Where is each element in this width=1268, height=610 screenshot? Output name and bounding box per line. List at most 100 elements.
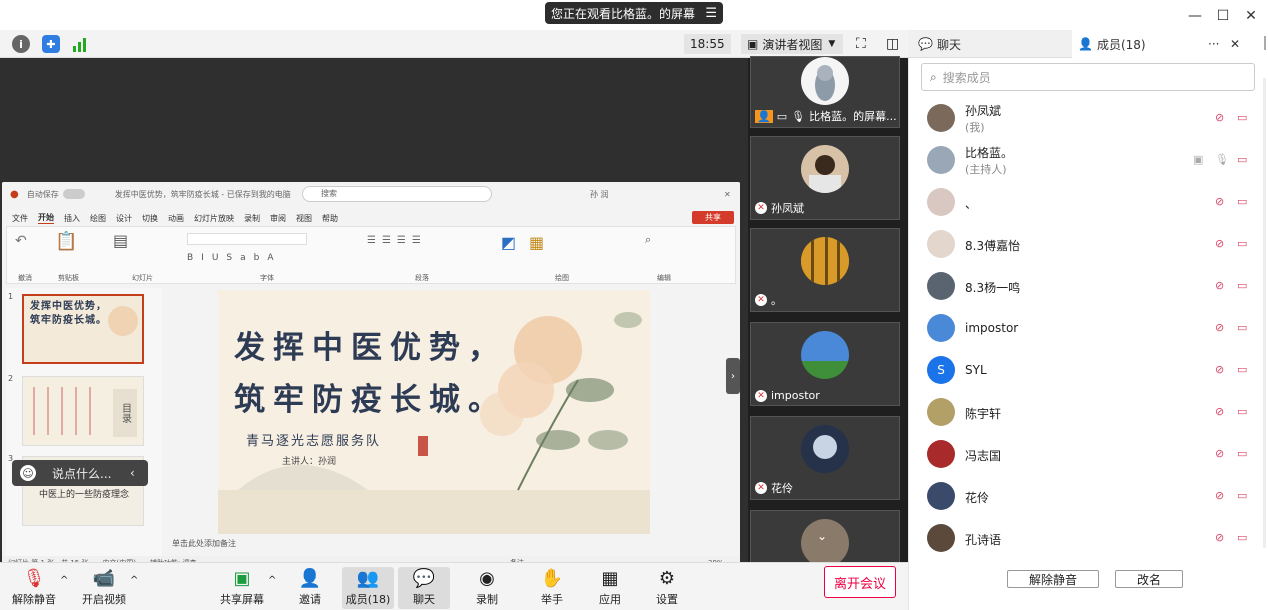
maximize-icon[interactable]: ☐ <box>1213 6 1233 26</box>
member-row[interactable]: 孙凤斌 (我) ⊘ ▭ <box>909 98 1268 140</box>
mic-icon[interactable]: 🎙 <box>1215 153 1229 166</box>
mic-muted-icon[interactable]: ⊘ <box>1215 279 1224 292</box>
tab-chat[interactable]: 💬 聊天 <box>912 30 967 58</box>
member-row[interactable]: 8.3傅嘉怡 ⊘ ▭ <box>909 224 1268 266</box>
camera-off-icon[interactable]: ▭ <box>1237 321 1247 334</box>
camera-off-icon[interactable]: ▭ <box>1237 447 1247 460</box>
unmute-button[interactable]: 🎙 解除静音 <box>8 567 60 609</box>
ppt-menu-item[interactable]: 绘图 <box>90 213 106 224</box>
member-list-scrollbar[interactable] <box>1263 78 1266 548</box>
ppt-menu-item[interactable]: 录制 <box>244 213 260 224</box>
panel-toggle-icon[interactable]: ◫ <box>886 36 899 52</box>
new-slide-icon[interactable]: ▤ <box>113 231 128 250</box>
ppt-search[interactable]: 搜索 <box>302 186 492 202</box>
chat-overlay-input[interactable]: 说点什么... <box>52 465 111 482</box>
arrange-icon[interactable]: ▦ <box>529 233 544 252</box>
font-format-buttons[interactable]: BIUSabA <box>187 253 282 263</box>
leave-meeting-button[interactable]: 离开会议 <box>824 566 896 598</box>
ppt-menu-item[interactable]: 审阅 <box>270 213 286 224</box>
chat-overlay[interactable]: ☺ 说点什么... ‹ <box>12 460 148 486</box>
font-family-select[interactable] <box>187 233 307 245</box>
ppt-menu-item[interactable]: 设计 <box>116 213 132 224</box>
minimize-icon[interactable]: — <box>1185 6 1205 26</box>
mic-muted-icon[interactable]: ⊘ <box>1215 405 1224 418</box>
ppt-menu-item[interactable]: 动画 <box>168 213 184 224</box>
info-icon[interactable]: i <box>12 35 30 53</box>
mic-muted-icon[interactable]: ⊘ <box>1215 321 1224 334</box>
mic-muted-icon[interactable]: ⊘ <box>1215 237 1224 250</box>
invite-button[interactable]: 👤 邀请 <box>284 567 336 609</box>
mic-muted-icon[interactable]: ⊘ <box>1215 111 1224 124</box>
close-panel-icon[interactable]: ✕ <box>1230 37 1240 51</box>
member-row[interactable]: 、 ⊘ ▭ <box>909 182 1268 224</box>
tab-members[interactable]: 👤 成员(18) ··· ✕ <box>1072 30 1268 58</box>
camera-off-icon[interactable]: ▭ <box>1237 153 1247 166</box>
camera-off-icon[interactable]: ▭ <box>1237 405 1247 418</box>
paste-icon[interactable]: 📋 <box>55 231 77 252</box>
video-options-chevron-icon[interactable]: ^ <box>130 575 138 586</box>
apps-button[interactable]: ▦ 应用 <box>584 567 636 609</box>
member-row[interactable]: 陈宇轩 ⊘ ▭ <box>909 392 1268 434</box>
menu-icon[interactable]: ☰ <box>705 6 717 21</box>
mic-muted-icon[interactable]: ⊘ <box>1215 531 1224 544</box>
video-tile-sharer[interactable]: 👤 ▭ 🎙 比格蓝。的屏幕... <box>750 56 900 128</box>
video-tile[interactable]: ✕ impostor <box>750 322 900 406</box>
member-row[interactable]: 8.3杨一鸣 ⊘ ▭ <box>909 266 1268 308</box>
ppt-share-button[interactable]: 共享 <box>692 211 734 224</box>
audio-options-chevron-icon[interactable]: ^ <box>60 575 68 586</box>
notes-placeholder[interactable]: 单击此处添加备注 <box>172 538 236 549</box>
camera-off-icon[interactable]: ▭ <box>1237 237 1247 250</box>
security-shield-icon[interactable]: ✚ <box>42 35 60 53</box>
record-button[interactable]: ◉ 录制 <box>461 567 513 609</box>
member-row[interactable]: S SYL ⊘ ▭ <box>909 350 1268 392</box>
share-options-chevron-icon[interactable]: ^ <box>268 575 276 586</box>
ppt-menu-item[interactable]: 切换 <box>142 213 158 224</box>
camera-off-icon[interactable]: ▭ <box>1237 279 1247 292</box>
emoji-icon[interactable]: ☺ <box>20 465 36 481</box>
camera-off-icon[interactable]: ▭ <box>1237 531 1247 544</box>
share-screen-button[interactable]: ▣ 共享屏幕 <box>216 567 268 609</box>
chevron-down-icon[interactable]: ⌄ <box>817 529 827 543</box>
expand-panel-handle[interactable]: › <box>726 358 740 394</box>
close-icon[interactable]: ✕ <box>1241 6 1261 26</box>
member-row[interactable]: 冯志国 ⊘ ▭ <box>909 434 1268 476</box>
mic-muted-icon[interactable]: ⊘ <box>1215 195 1224 208</box>
camera-off-icon[interactable]: ▭ <box>1237 195 1247 208</box>
member-row[interactable]: 花伶 ⊘ ▭ <box>909 476 1268 518</box>
rename-button[interactable]: 改名 <box>1115 570 1183 588</box>
fullscreen-icon[interactable]: ⛶ <box>856 36 866 52</box>
slide-thumbnail-1[interactable]: 发挥中医优势， 筑牢防疫长城。 <box>22 294 144 364</box>
video-tile[interactable]: ⌄ <box>750 510 900 570</box>
member-row[interactable]: impostor ⊘ ▭ <box>909 308 1268 350</box>
video-tile[interactable]: ✕ 花伶 <box>750 416 900 500</box>
member-row[interactable]: 孔诗语 ⊘ ▭ <box>909 518 1268 560</box>
ppt-menu-item[interactable]: 视图 <box>296 213 312 224</box>
ppt-menu-item[interactable]: 幻灯片放映 <box>194 213 234 224</box>
camera-off-icon[interactable]: ▭ <box>1237 363 1247 376</box>
view-mode-select[interactable]: ▣ 演讲者视图 ▼ <box>741 34 843 54</box>
unmute-all-button[interactable]: 解除静音 <box>1007 570 1099 588</box>
mic-muted-icon[interactable]: ⊘ <box>1215 363 1224 376</box>
members-button[interactable]: 👥 成员(18) <box>342 567 394 609</box>
member-search-input[interactable]: ⌕ 搜索成员 <box>921 63 1255 91</box>
more-icon[interactable]: ··· <box>1208 37 1219 51</box>
paragraph-buttons[interactable]: ☰☰☰☰ <box>367 235 427 246</box>
autosave-toggle[interactable] <box>62 189 85 199</box>
mic-muted-icon[interactable]: ⊘ <box>1215 489 1224 502</box>
shapes-icon[interactable]: ◩ <box>501 233 516 252</box>
member-row[interactable]: 比格蓝。 (主持人) 🎙 ▭ ▣ <box>909 140 1268 182</box>
mic-muted-icon[interactable]: ⊘ <box>1215 447 1224 460</box>
raise-hand-button[interactable]: ✋ 举手 <box>526 567 578 609</box>
start-video-button[interactable]: 📹 开启视频 <box>78 567 130 609</box>
ppt-menu-item[interactable]: 插入 <box>64 213 80 224</box>
ppt-menu-item[interactable]: 帮助 <box>322 213 338 224</box>
ppt-menu-item[interactable]: 文件 <box>12 213 28 224</box>
ppt-close-icon[interactable]: ✕ <box>724 190 731 199</box>
undo-icon[interactable]: ↶ <box>15 233 27 249</box>
collapse-icon[interactable]: ‹ <box>130 466 135 480</box>
settings-button[interactable]: ⚙ 设置 <box>641 567 693 609</box>
video-tile[interactable]: ✕ 孙凤斌 <box>750 136 900 220</box>
ppt-menu-item[interactable]: 开始 <box>38 212 54 224</box>
video-tile[interactable]: ✕。 <box>750 228 900 312</box>
find-icon[interactable]: ⌕ <box>645 233 651 247</box>
